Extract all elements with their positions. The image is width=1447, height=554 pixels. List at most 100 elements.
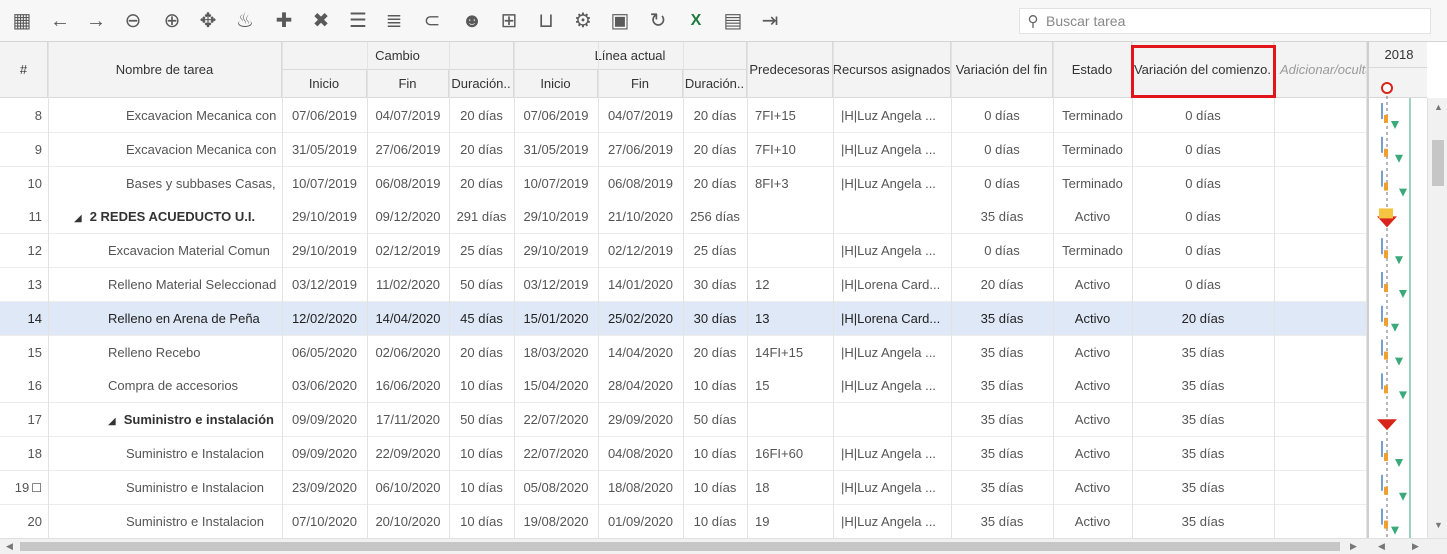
cell-fin2[interactable]: 29/09/2020 bbox=[598, 403, 683, 436]
cell-inicio2[interactable]: 18/03/2020 bbox=[514, 336, 598, 369]
cell-fin2[interactable]: 14/04/2020 bbox=[598, 336, 683, 369]
cell-dur2[interactable]: 10 días bbox=[683, 437, 747, 470]
task-name-cell[interactable]: Relleno en Arena de Peña bbox=[48, 302, 282, 335]
cell-pred[interactable]: 18 bbox=[747, 471, 833, 504]
cell-fin2[interactable]: 04/08/2020 bbox=[598, 437, 683, 470]
cell-pred[interactable]: 8FI+3 bbox=[747, 167, 833, 200]
cell-dur2[interactable]: 10 días bbox=[683, 369, 747, 402]
header-predecesoras[interactable]: Predecesoras bbox=[747, 42, 833, 98]
cell-inicio[interactable]: 29/10/2019 bbox=[282, 234, 367, 267]
cell-inicio[interactable]: 10/07/2019 bbox=[282, 167, 367, 200]
cell-pred[interactable] bbox=[747, 200, 833, 233]
cell-fin[interactable]: 09/12/2020 bbox=[367, 200, 449, 233]
cell-inicio2[interactable]: 29/10/2019 bbox=[514, 200, 598, 233]
cell-fin[interactable]: 14/04/2020 bbox=[367, 302, 449, 335]
cell-estado[interactable]: Activo bbox=[1053, 437, 1132, 470]
cell-estado[interactable]: Activo bbox=[1053, 336, 1132, 369]
header-num[interactable]: # bbox=[0, 42, 48, 98]
zoom-in-icon[interactable]: ⊕ bbox=[160, 9, 184, 33]
cell-fin[interactable]: 20/10/2020 bbox=[367, 505, 449, 538]
task-name-cell[interactable]: Excavacion Mecanica con bbox=[48, 133, 282, 166]
scroll-down-icon[interactable]: ▼ bbox=[1434, 520, 1443, 530]
cell-dur[interactable]: 20 días bbox=[449, 167, 514, 200]
cell-vfin[interactable]: 0 días bbox=[951, 99, 1053, 132]
cell-dur2[interactable]: 30 días bbox=[683, 268, 747, 301]
refresh-icon[interactable]: ↻ bbox=[646, 9, 670, 33]
cell-inicio2[interactable]: 22/07/2020 bbox=[514, 403, 598, 436]
task-name-cell[interactable]: Relleno Material Seleccionad bbox=[48, 268, 282, 301]
cell-estado[interactable]: Terminado bbox=[1053, 234, 1132, 267]
cell-vfin[interactable]: 0 días bbox=[951, 167, 1053, 200]
cell-fin2[interactable]: 25/02/2020 bbox=[598, 302, 683, 335]
report-icon[interactable]: ▤ bbox=[721, 9, 745, 33]
task-name-cell[interactable]: Excavacion Material Comun bbox=[48, 234, 282, 267]
cell-vcom[interactable]: 35 días bbox=[1132, 471, 1274, 504]
cell-inicio2[interactable]: 19/08/2020 bbox=[514, 505, 598, 538]
cell-vfin[interactable]: 35 días bbox=[951, 302, 1053, 335]
header-variacion-comienzo[interactable]: Variación del comienzo. bbox=[1132, 42, 1274, 98]
cell-dur[interactable]: 10 días bbox=[449, 505, 514, 538]
cell-fin2[interactable]: 14/01/2020 bbox=[598, 268, 683, 301]
search-box[interactable]: ⚲ bbox=[1019, 8, 1431, 34]
add-icon[interactable]: ✚ bbox=[272, 9, 296, 33]
cell-pred[interactable] bbox=[747, 234, 833, 267]
cell-fin[interactable]: 06/10/2020 bbox=[367, 471, 449, 504]
header-estado[interactable]: Estado bbox=[1053, 42, 1132, 98]
cell-inicio[interactable]: 03/12/2019 bbox=[282, 268, 367, 301]
horizontal-scroll-thumb[interactable] bbox=[20, 542, 1340, 551]
cell-estado[interactable]: Activo bbox=[1053, 302, 1132, 335]
cell-fin[interactable]: 06/08/2019 bbox=[367, 167, 449, 200]
comment-icon[interactable]: ☐ bbox=[31, 481, 42, 495]
cell-vfin[interactable]: 35 días bbox=[951, 403, 1053, 436]
cell-fin[interactable]: 22/09/2020 bbox=[367, 437, 449, 470]
cell-fin2[interactable]: 01/09/2020 bbox=[598, 505, 683, 538]
cell-fin2[interactable]: 27/06/2019 bbox=[598, 133, 683, 166]
save-icon[interactable]: ▣ bbox=[608, 9, 632, 33]
cell-fin2[interactable]: 28/04/2020 bbox=[598, 369, 683, 402]
header-fin-actual[interactable]: Fin bbox=[598, 70, 683, 98]
cell-estado[interactable]: Activo bbox=[1053, 200, 1132, 233]
cell-rec[interactable]: |H|Lorena Card... bbox=[833, 302, 951, 335]
cell-rec[interactable]: |H|Luz Angela ... bbox=[833, 369, 951, 402]
cell-rec[interactable]: |H|Lorena Card... bbox=[833, 268, 951, 301]
cell-dur2[interactable]: 20 días bbox=[683, 167, 747, 200]
cell-dur[interactable]: 20 días bbox=[449, 336, 514, 369]
cell-vcom[interactable]: 35 días bbox=[1132, 437, 1274, 470]
cell-rec[interactable]: |H|Luz Angela ... bbox=[833, 167, 951, 200]
header-recursos[interactable]: Recursos asignados bbox=[833, 42, 951, 98]
arrow-left-icon[interactable]: ← bbox=[48, 9, 72, 33]
cell-estado[interactable]: Terminado bbox=[1053, 167, 1132, 200]
cell-vcom[interactable]: 0 días bbox=[1132, 200, 1274, 233]
cell-fin[interactable]: 27/06/2019 bbox=[367, 133, 449, 166]
cell-vcom[interactable]: 20 días bbox=[1132, 302, 1274, 335]
task-name-cell[interactable]: Excavacion Mecanica con bbox=[48, 99, 282, 132]
cell-vfin[interactable]: 35 días bbox=[951, 471, 1053, 504]
cell-estado[interactable]: Activo bbox=[1053, 369, 1132, 402]
cell-dur2[interactable]: 10 días bbox=[683, 505, 747, 538]
cell-inicio2[interactable]: 03/12/2019 bbox=[514, 268, 598, 301]
arrow-right-icon[interactable]: → bbox=[84, 9, 108, 33]
task-name-cell[interactable]: Suministro e Instalacion bbox=[48, 505, 282, 538]
collapse-triangle-icon[interactable]: ◢ bbox=[108, 416, 116, 427]
cell-inicio[interactable]: 23/09/2020 bbox=[282, 471, 367, 504]
cell-inicio[interactable]: 09/09/2020 bbox=[282, 403, 367, 436]
cell-vcom[interactable]: 0 días bbox=[1132, 167, 1274, 200]
task-name-cell[interactable]: ◢ Suministro e instalación bbox=[48, 403, 282, 436]
cell-pred[interactable]: 15 bbox=[747, 369, 833, 402]
cell-estado[interactable]: Activo bbox=[1053, 505, 1132, 538]
cell-inicio2[interactable]: 22/07/2020 bbox=[514, 437, 598, 470]
cell-fin2[interactable]: 21/10/2020 bbox=[598, 200, 683, 233]
vertical-scroll-thumb[interactable] bbox=[1432, 140, 1444, 186]
cell-rec[interactable] bbox=[833, 403, 951, 436]
cell-vfin[interactable]: 0 días bbox=[951, 234, 1053, 267]
cell-fin[interactable]: 16/06/2020 bbox=[367, 369, 449, 402]
cell-inicio2[interactable]: 07/06/2019 bbox=[514, 99, 598, 132]
flame-icon[interactable]: ♨ bbox=[233, 9, 257, 33]
cell-rec[interactable]: |H|Luz Angela ... bbox=[833, 99, 951, 132]
cell-dur[interactable]: 25 días bbox=[449, 234, 514, 267]
header-duracion-actual[interactable]: Duración.. bbox=[683, 70, 747, 98]
cell-dur2[interactable]: 256 días bbox=[683, 200, 747, 233]
cell-pred[interactable]: 16FI+60 bbox=[747, 437, 833, 470]
cell-rec[interactable] bbox=[833, 200, 951, 233]
cell-rec[interactable]: |H|Luz Angela ... bbox=[833, 336, 951, 369]
